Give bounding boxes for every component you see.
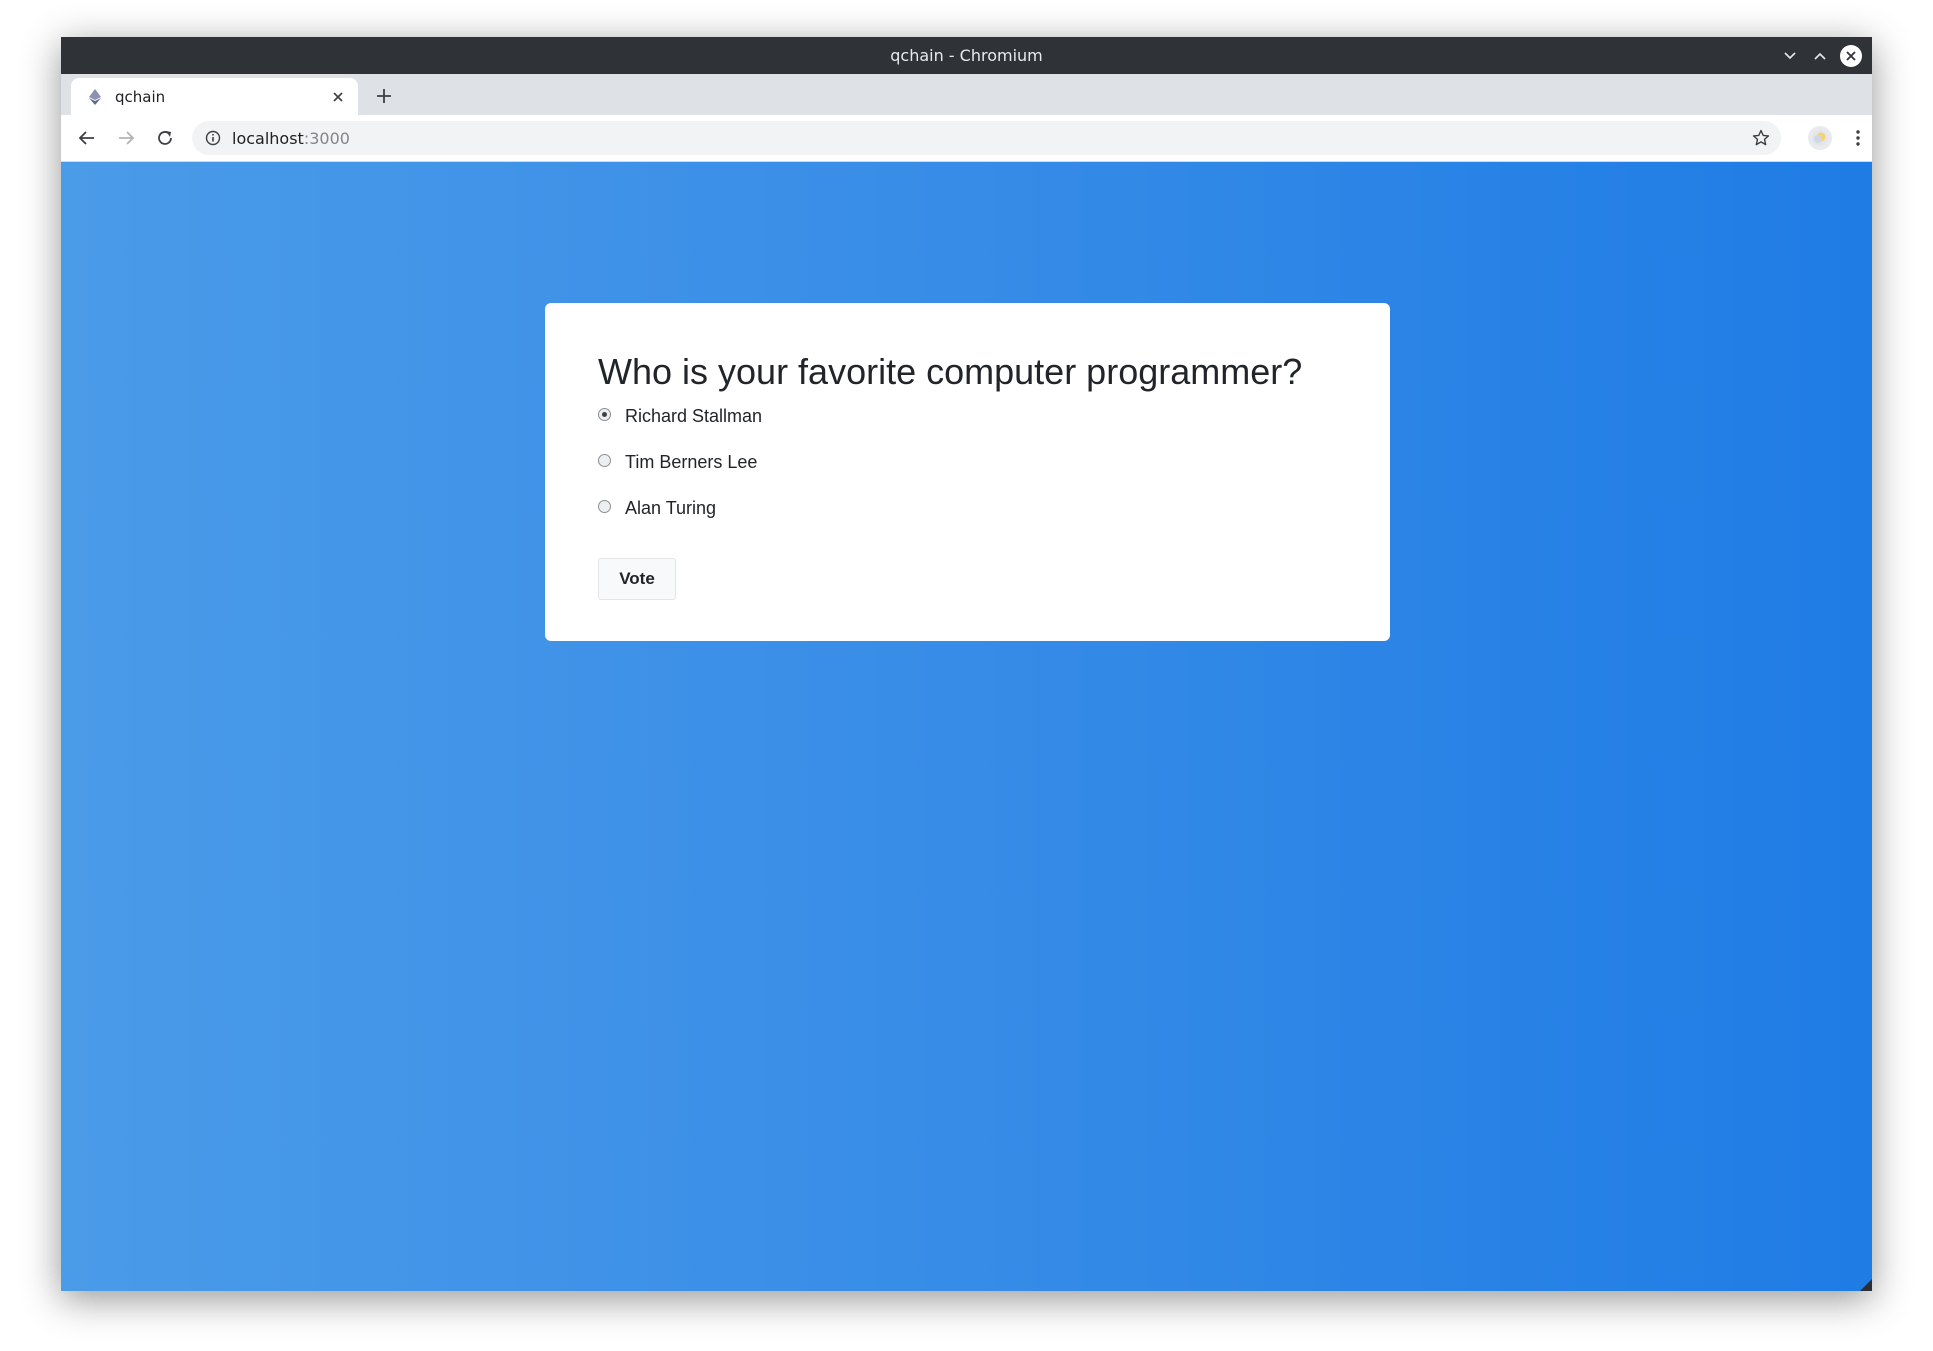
url-port: :3000 [303,128,350,148]
browser-window: qchain - Chromium qchain localhost:3000 … [61,37,1872,1291]
reload-button[interactable] [153,126,177,150]
ethereum-icon [87,88,103,105]
option-label: Alan Turing [625,498,717,518]
url-host: localhost [232,128,304,148]
avatar-icon[interactable] [1808,126,1832,150]
minimize-button[interactable] [1780,46,1800,66]
close-icon [333,91,343,102]
maximize-button[interactable] [1810,46,1830,66]
tab-strip: qchain [61,74,1872,115]
window-title: qchain - Chromium [890,46,1043,65]
poll-card: Who is your favorite computer programmer… [545,303,1390,641]
title-bar: qchain - Chromium [61,37,1872,74]
page-viewport: Who is your favorite computer programmer… [61,162,1872,1291]
browser-toolbar: localhost:3000 [61,115,1872,162]
reload-icon [158,131,172,145]
kebab-menu-icon[interactable] [1846,126,1870,150]
radio-button[interactable] [598,454,611,467]
option-label: Tim Berners Lee [625,452,758,472]
plus-icon [377,89,391,103]
window-controls [1780,37,1862,74]
forward-button[interactable] [114,126,138,150]
poll-question: Who is your favorite computer programmer… [598,351,1303,392]
back-button[interactable] [75,126,99,150]
chevron-up-icon [1814,52,1826,60]
arrow-right-icon [119,131,135,145]
option-tim-berners-lee[interactable]: Tim Berners Lee [598,452,757,473]
info-icon[interactable] [204,129,222,147]
option-label: Richard Stallman [625,406,763,426]
address-bar[interactable]: localhost:3000 [192,121,1781,155]
star-icon[interactable] [1751,128,1771,148]
close-window-button[interactable] [1840,44,1862,67]
tab-qchain[interactable]: qchain [71,78,358,115]
vote-button[interactable]: Vote [598,558,676,600]
new-tab-button[interactable] [372,84,396,108]
radio-button[interactable] [598,500,611,513]
radio-button[interactable] [598,408,611,421]
arrow-left-icon [78,131,94,145]
option-alan-turing[interactable]: Alan Turing [598,498,716,519]
tab-title: qchain [115,87,166,106]
chevron-down-icon [1784,51,1796,59]
resize-grip[interactable] [1860,1279,1872,1291]
tab-close-button[interactable] [328,87,348,107]
url-text: localhost:3000 [232,129,350,148]
close-icon [1846,50,1856,61]
option-richard-stallman[interactable]: Richard Stallman [598,406,762,427]
